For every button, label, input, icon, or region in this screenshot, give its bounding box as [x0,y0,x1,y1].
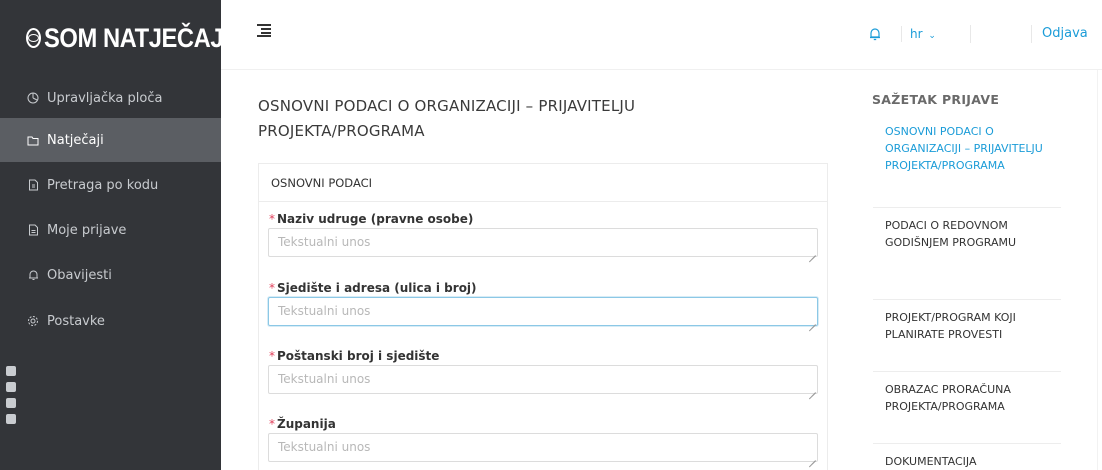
folder-icon [27,134,39,146]
divider [873,443,1061,444]
divider [970,25,971,43]
sidebar-item-dashboard[interactable]: Upravljačka ploča [0,76,221,120]
summary-item-budget[interactable]: OBRAZAC PRORAČUNA PROJEKTA/PROGRAMA [873,381,1061,415]
required-marker: * [269,349,275,363]
summary-title: SAŽETAK PRIJAVE [872,92,1000,107]
divider [873,207,1061,208]
document-icon [27,224,39,236]
sidebar: SOM NATJEČAJI Upravljačka ploča Natječaj… [0,0,230,470]
notification-bell-icon[interactable] [869,26,881,41]
sidebar-item-label: Pretraga po kodu [47,177,159,193]
field-label-address: * Sjedište i adresa (ulica i broj) [269,281,477,295]
organization-name-input[interactable] [268,228,818,257]
summary-item-organization[interactable]: OSNOVNI PODACI O ORGANIZACIJI – PRIJAVIT… [873,123,1061,174]
logout-link[interactable]: Odjava [1031,25,1088,43]
summary-item-project[interactable]: PROJEKT/PROGRAM KOJI PLANIRATE PROVESTI [873,309,1061,343]
address-input[interactable] [268,297,818,326]
postal-code-input[interactable] [268,365,818,394]
topbar: hr ⌄ Odjava [221,0,1102,70]
logo-icon [26,28,41,48]
required-marker: * [269,281,275,295]
settings-icon[interactable] [6,414,16,424]
dashboard-icon [27,92,39,104]
summary-item-annual-program[interactable]: PODACI O REDOVNOM GODIŠNJEM PROGRAMU [873,217,1061,251]
language-value: hr [910,27,923,41]
sidebar-item-label: Moje prijave [47,222,127,238]
file-icon [27,179,39,191]
required-marker: * [269,417,275,431]
sidebar-item-search-by-code[interactable]: Pretraga po kodu [0,163,221,207]
page-title: OSNOVNI PODACI O ORGANIZACIJI – PRIJAVIT… [258,97,636,140]
scrollbar[interactable] [1097,70,1098,470]
required-marker: * [269,212,275,226]
field-label-postal-code: * Poštanski broj i sjedište [269,349,440,363]
divider [873,371,1061,372]
floating-toolbar [6,366,20,430]
sidebar-item-natjecaji[interactable]: Natječaji [0,118,221,162]
section-header: OSNOVNI PODACI [259,164,827,202]
sidebar-item-label: Obavijesti [47,267,112,283]
sidebar-item-label: Upravljačka ploča [47,90,163,106]
sidebar-item-my-applications[interactable]: Moje prijave [0,208,221,252]
sidebar-item-label: Postavke [47,313,105,329]
sidebar-item-notifications[interactable]: Obavijesti [0,253,221,297]
sidebar-item-settings[interactable]: Postavke [0,299,221,343]
menu-toggle-icon[interactable] [257,24,271,37]
brand-name: SOM NATJEČAJI [44,22,230,53]
gear-icon [27,315,39,327]
field-label-organization-name: * Naziv udruge (pravne osobe) [269,212,474,226]
chevron-down-icon: ⌄ [928,31,936,41]
summary-item-documentation[interactable]: DOKUMENTACIJA [873,453,1061,470]
divider [873,299,1061,300]
camera-icon[interactable] [6,366,16,376]
image-icon[interactable] [6,398,16,408]
language-selector[interactable]: hr ⌄ [901,26,936,42]
field-label-county: * Županija [269,417,336,431]
video-icon[interactable] [6,382,16,392]
bell-icon [27,269,39,281]
brand[interactable]: SOM NATJEČAJI [0,0,230,76]
sidebar-item-label: Natječaji [47,132,104,148]
county-input[interactable] [268,433,818,462]
